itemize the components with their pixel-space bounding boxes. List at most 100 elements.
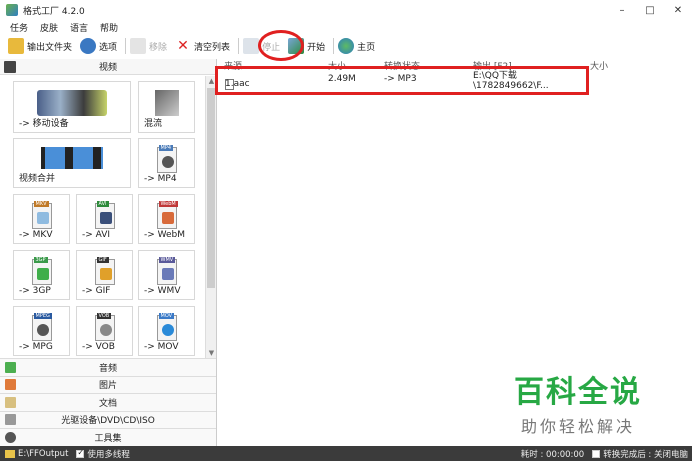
tile-scrollbar[interactable]: ▲ ▼ [205, 76, 216, 358]
clear-list-button[interactable]: ✕ 清空列表 [175, 36, 230, 56]
category-disc[interactable]: 光驱设备\DVD\CD\ISO [0, 410, 216, 428]
mp4-file-icon: MP4 [156, 145, 177, 173]
output-folder-label: 输出文件夹 [27, 42, 73, 53]
shutdown-checkbox[interactable] [592, 449, 601, 458]
menu-skin[interactable]: 皮肤 [40, 21, 58, 34]
home-button[interactable]: 主页 [338, 36, 375, 56]
folder-icon [8, 38, 24, 54]
file-row-highlight-box [215, 66, 589, 95]
globe-icon [338, 38, 355, 54]
output-path[interactable]: E:\FFOutput [18, 449, 68, 459]
menu-language[interactable]: 语言 [70, 21, 88, 34]
tile-3gp[interactable]: 3GP -> 3GP [13, 250, 70, 300]
wmv-file-icon: WMV [156, 257, 177, 285]
3gp-glyph-icon [36, 268, 49, 280]
video-format-grid: -> 移动设备 混流 视频合并 MP4 -> MP4 MKV -> MKV AV… [0, 76, 205, 358]
menu-help[interactable]: 帮助 [100, 21, 118, 34]
tile-label: -> WMV [144, 286, 181, 296]
remove-label: 移除 [149, 42, 168, 53]
tile-mp4[interactable]: MP4 -> MP4 [138, 138, 195, 188]
tile-video-join[interactable]: 视频合并 [13, 138, 131, 188]
tile-avi[interactable]: AVI -> AVI [76, 194, 133, 244]
video-join-icon [41, 147, 103, 169]
vob-tag: VOB [96, 313, 112, 319]
webm-file-icon: WebM [156, 201, 178, 229]
menu-bar: 任务 皮肤 语言 帮助 [0, 20, 130, 34]
close-button[interactable]: ✕ [664, 0, 692, 20]
tile-label: -> VOB [82, 342, 115, 352]
tile-vob[interactable]: VOB -> VOB [76, 306, 133, 356]
vob-glyph-icon [99, 324, 112, 336]
tile-label: -> MOV [144, 342, 179, 352]
left-panel: 视频 -> 移动设备 混流 视频合并 MP4 -> MP4 MKV -> MKV [0, 59, 217, 446]
watermark-brand: 百科全说 [514, 375, 642, 410]
mpg-glyph-icon [36, 324, 49, 336]
remove-icon [130, 38, 147, 54]
start-highlight-circle [258, 30, 304, 61]
tile-label: 视频合并 [19, 174, 56, 184]
tile-label: -> MPG [19, 342, 53, 352]
toolbar: 输出文件夹 选项 移除 ✕ 清空列表 停止 开始 主页 [0, 35, 692, 57]
avi-tag: AVI [96, 201, 109, 207]
minimize-button[interactable]: – [608, 0, 636, 20]
stop-icon [243, 38, 260, 54]
category-label: 音频 [98, 363, 117, 374]
webm-tag: WebM [158, 201, 178, 207]
clear-x-icon: ✕ [175, 38, 192, 54]
tile-gif[interactable]: GIF -> GIF [76, 250, 133, 300]
scrollbar-thumb[interactable] [207, 88, 215, 288]
video-category-header[interactable]: 视频 [0, 59, 216, 75]
mkv-glyph-icon [36, 212, 49, 224]
category-label: 文档 [98, 398, 117, 409]
wmv-tag: WMV [158, 257, 176, 263]
output-folder-icon[interactable] [5, 449, 15, 458]
video-category-label: 视频 [98, 63, 117, 73]
multithread-checkbox[interactable] [76, 448, 85, 458]
mux-icon [154, 90, 179, 116]
start-label: 开始 [307, 42, 326, 53]
home-label: 主页 [357, 42, 376, 53]
tile-mkv[interactable]: MKV -> MKV [13, 194, 70, 244]
column-output-size[interactable]: 大小 [590, 59, 608, 72]
toolbar-divider [238, 38, 240, 54]
category-image[interactable]: 图片 [0, 375, 216, 393]
tile-label: 混流 [144, 119, 163, 129]
menu-task[interactable]: 任务 [10, 21, 28, 34]
tile-webm[interactable]: WebM -> WebM [138, 194, 195, 244]
toolbar-divider [333, 38, 335, 54]
mov-file-icon: MOV [156, 313, 177, 341]
options-button[interactable]: 选项 [80, 36, 117, 56]
app-logo-icon [6, 4, 18, 16]
tile-wmv[interactable]: WMV -> WMV [138, 250, 195, 300]
shutdown-label: 转换完成后 : 关闭电脑 [603, 449, 688, 460]
category-label: 光驱设备\DVD\CD\ISO [61, 416, 155, 427]
gif-glyph-icon [99, 268, 112, 280]
category-document[interactable]: 文档 [0, 393, 216, 411]
tile-label: -> AVI [82, 230, 111, 240]
mov-tag: MOV [158, 313, 175, 319]
maximize-button[interactable]: □ [636, 0, 664, 20]
category-tools[interactable]: 工具集 [0, 428, 216, 446]
elapsed-time: 耗时 : 00:00:00 [520, 449, 585, 460]
toolbar-divider [125, 38, 127, 54]
tile-label: -> 移动设备 [19, 119, 69, 129]
webm-glyph-icon [161, 212, 174, 224]
scroll-down-icon[interactable]: ▼ [206, 348, 217, 358]
quicktime-icon [161, 324, 174, 336]
wmv-glyph-icon [161, 268, 174, 280]
tile-label: -> WebM [144, 230, 186, 240]
tile-mobile-devices[interactable]: -> 移动设备 [13, 81, 131, 133]
tile-mux[interactable]: 混流 [138, 81, 195, 133]
category-audio[interactable]: 音频 [0, 358, 216, 376]
options-label: 选项 [99, 42, 118, 53]
multithread-label: 使用多线程 [87, 449, 130, 460]
mpg-file-icon: MPEG [31, 313, 52, 341]
window-title: 格式工厂 4.2.0 [23, 6, 85, 17]
options-icon [80, 38, 97, 54]
tile-mov[interactable]: MOV -> MOV [138, 306, 195, 356]
output-folder-button[interactable]: 输出文件夹 [8, 36, 72, 56]
tile-mpg[interactable]: MPEG -> MPG [13, 306, 70, 356]
status-bar: E:\FFOutput 使用多线程 耗时 : 00:00:00 转换完成后 : … [0, 446, 692, 461]
3gp-tag: 3GP [33, 257, 48, 263]
remove-button[interactable]: 移除 [130, 36, 167, 56]
